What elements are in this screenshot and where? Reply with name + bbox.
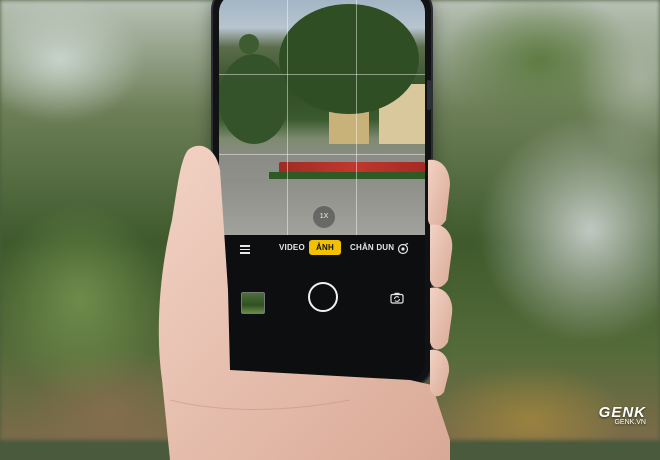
hand [158, 145, 453, 460]
grid-line [219, 74, 425, 75]
viewfinder-tree [279, 4, 419, 114]
phone-side-button [427, 80, 431, 110]
genk-watermark: GENK GENK.VN [599, 404, 646, 426]
viewfinder-palm [239, 34, 259, 54]
